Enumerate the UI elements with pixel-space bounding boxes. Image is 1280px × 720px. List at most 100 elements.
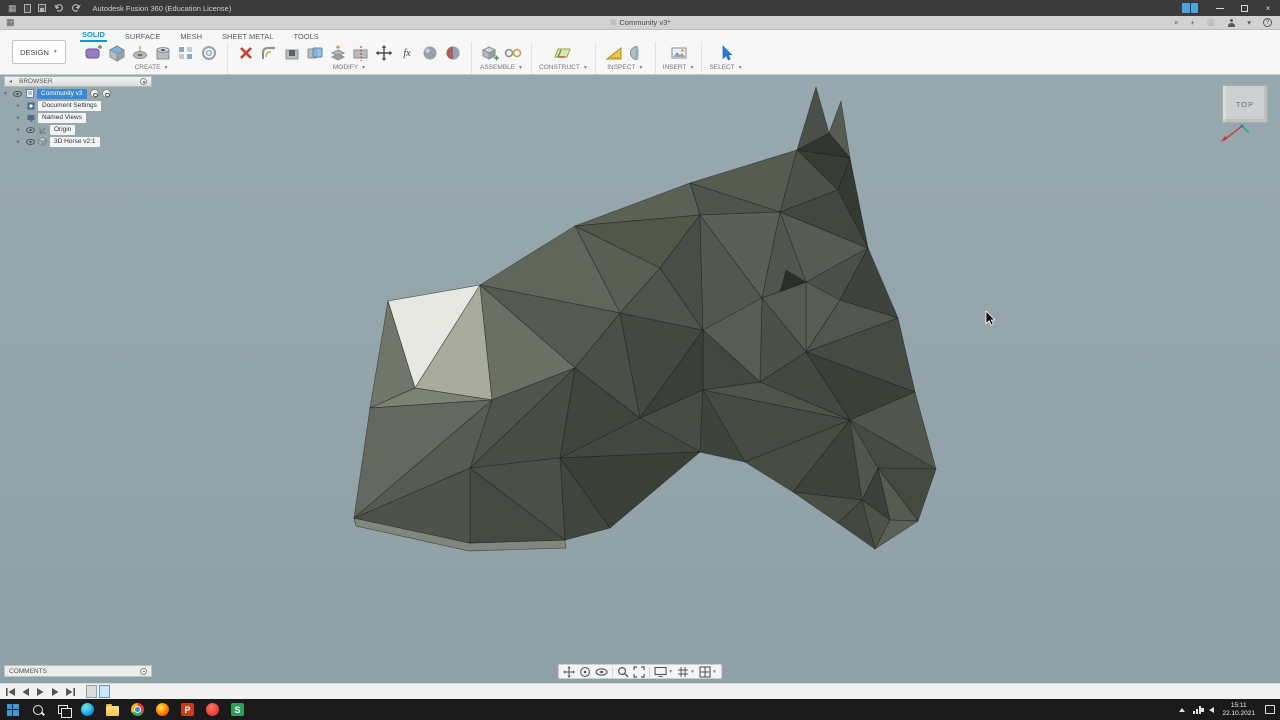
create-menu[interactable]: CREATE ▼: [135, 64, 169, 71]
pan-icon[interactable]: [563, 665, 576, 678]
view-cube[interactable]: TOP: [1222, 85, 1268, 123]
layout-switch-icon[interactable]: [1182, 3, 1198, 13]
opera-icon[interactable]: [200, 699, 225, 720]
comments-panel[interactable]: COMMENTS: [4, 665, 152, 677]
panel-menu-icon[interactable]: [140, 78, 147, 85]
tab-surface[interactable]: SURFACE: [123, 32, 162, 42]
app-grid-icon[interactable]: ▦: [8, 3, 17, 13]
shell-icon[interactable]: [281, 43, 303, 63]
offset-face-icon[interactable]: [327, 43, 349, 63]
select-menu[interactable]: SELECT ▼: [709, 64, 742, 71]
globe-icon[interactable]: [89, 89, 99, 98]
assemble-menu[interactable]: ASSEMBLE ▼: [480, 64, 523, 71]
section-analysis-icon[interactable]: [626, 43, 648, 63]
save-icon[interactable]: [37, 4, 46, 12]
viewports-icon[interactable]: ▼: [699, 665, 717, 678]
step-forward-button[interactable]: [50, 686, 61, 698]
fillet-icon[interactable]: [258, 43, 280, 63]
appearance-icon[interactable]: [442, 43, 464, 63]
timeline-feature-selected[interactable]: [99, 685, 110, 698]
taskbar-clock[interactable]: 15:11 22.10.2021: [1222, 702, 1255, 718]
browser-row-3d-horse[interactable]: ▸ 3D Horse v2:1: [17, 136, 152, 147]
browser-row-named-views[interactable]: ▸ Named Views: [17, 112, 152, 123]
browser-header[interactable]: ◂ BROWSER: [4, 76, 152, 87]
network-icon[interactable]: [1193, 705, 1202, 714]
tab-mesh[interactable]: MESH: [178, 32, 204, 42]
display-settings-icon[interactable]: ▼: [654, 666, 673, 678]
coil-icon[interactable]: [198, 43, 220, 63]
create-form-icon[interactable]: [83, 43, 105, 63]
file-explorer-icon[interactable]: [100, 699, 125, 720]
zoom-icon[interactable]: [617, 666, 629, 678]
insert-canvas-icon[interactable]: [668, 43, 690, 63]
measure-icon[interactable]: [603, 43, 625, 63]
eye-icon[interactable]: [13, 89, 22, 98]
tab-sheet-metal[interactable]: SHEET METAL: [220, 32, 275, 42]
parameters-icon[interactable]: fx: [396, 43, 418, 63]
eye-icon[interactable]: [26, 125, 35, 134]
tab-tools[interactable]: TOOLS: [291, 32, 320, 42]
inspect-menu[interactable]: INSPECT ▼: [607, 64, 643, 71]
orbit-icon[interactable]: [579, 666, 591, 678]
go-to-end-button[interactable]: [65, 686, 76, 698]
action-center-icon[interactable]: [1265, 705, 1275, 714]
extrude-icon[interactable]: [106, 43, 128, 63]
browser-row-document-settings[interactable]: ▸ Document Settings: [17, 100, 152, 111]
tab-solid[interactable]: SOLID: [80, 30, 107, 42]
volume-icon[interactable]: [1201, 706, 1215, 713]
horse-head-model[interactable]: [0, 75, 1280, 683]
timeline-feature-base[interactable]: [86, 685, 97, 698]
close-button[interactable]: ×: [1256, 0, 1280, 16]
hole-icon[interactable]: [152, 43, 174, 63]
expand-arrow-icon[interactable]: ▸: [17, 102, 23, 109]
physical-material-icon[interactable]: [419, 43, 441, 63]
new-file-icon[interactable]: [23, 3, 31, 13]
tray-expand-icon[interactable]: [1179, 707, 1186, 712]
powerpoint-icon[interactable]: P: [175, 699, 200, 720]
redo-icon[interactable]: [71, 0, 82, 17]
eye-icon[interactable]: [26, 137, 35, 146]
new-component-icon[interactable]: [479, 43, 501, 63]
look-at-icon[interactable]: [595, 666, 608, 678]
browser-row-root[interactable]: ▾ Community v3: [4, 88, 152, 99]
move-copy-icon[interactable]: [373, 43, 395, 63]
joint-icon[interactable]: [502, 43, 524, 63]
new-tab-icon[interactable]: +: [1190, 18, 1194, 27]
collapse-panel-icon[interactable]: ◂: [9, 78, 15, 85]
workspace-selector[interactable]: DESIGN ▼: [12, 40, 66, 64]
screen-recorder-icon[interactable]: S: [225, 699, 250, 720]
insert-menu[interactable]: INSERT ▼: [663, 64, 695, 71]
expand-arrow-icon[interactable]: ▾: [4, 90, 10, 97]
undo-icon[interactable]: [53, 0, 64, 17]
firefox-icon[interactable]: [150, 699, 175, 720]
notifications-icon[interactable]: ▾: [1247, 18, 1251, 27]
browser-item-community-v3[interactable]: Community v3: [37, 88, 87, 99]
grid-settings-icon[interactable]: ▼: [677, 666, 695, 678]
sync-icon[interactable]: [101, 89, 111, 98]
task-view-icon[interactable]: [50, 699, 75, 720]
pattern-icon[interactable]: [175, 43, 197, 63]
select-cursor-icon[interactable]: [715, 43, 737, 63]
document-tab[interactable]: ▦ Community v3*: [610, 18, 670, 27]
modify-menu[interactable]: MODIFY ▼: [333, 64, 366, 71]
split-body-icon[interactable]: [350, 43, 372, 63]
expand-arrow-icon[interactable]: ▸: [17, 114, 23, 121]
help-icon[interactable]: ?: [1263, 18, 1272, 27]
maximize-button[interactable]: [1232, 0, 1256, 16]
revolve-icon[interactable]: [129, 43, 151, 63]
play-button[interactable]: [35, 686, 46, 698]
combine-icon[interactable]: [304, 43, 326, 63]
minimize-button[interactable]: [1208, 0, 1232, 16]
extension-icon[interactable]: ▦: [1207, 18, 1216, 27]
step-back-button[interactable]: [20, 686, 31, 698]
chrome-icon[interactable]: [125, 699, 150, 720]
start-icon[interactable]: [0, 699, 25, 720]
viewport-canvas[interactable]: ◂ BROWSER ▾ Community v3 ▸ Document Sett…: [0, 75, 1280, 683]
expand-arrow-icon[interactable]: ▸: [17, 138, 23, 145]
fit-icon[interactable]: [633, 665, 645, 678]
edge-icon[interactable]: [75, 699, 100, 720]
user-avatar-icon[interactable]: [1227, 18, 1235, 27]
go-to-start-button[interactable]: [5, 686, 16, 698]
construct-menu[interactable]: CONSTRUCT ▼: [539, 64, 588, 71]
delete-icon[interactable]: [235, 43, 257, 63]
